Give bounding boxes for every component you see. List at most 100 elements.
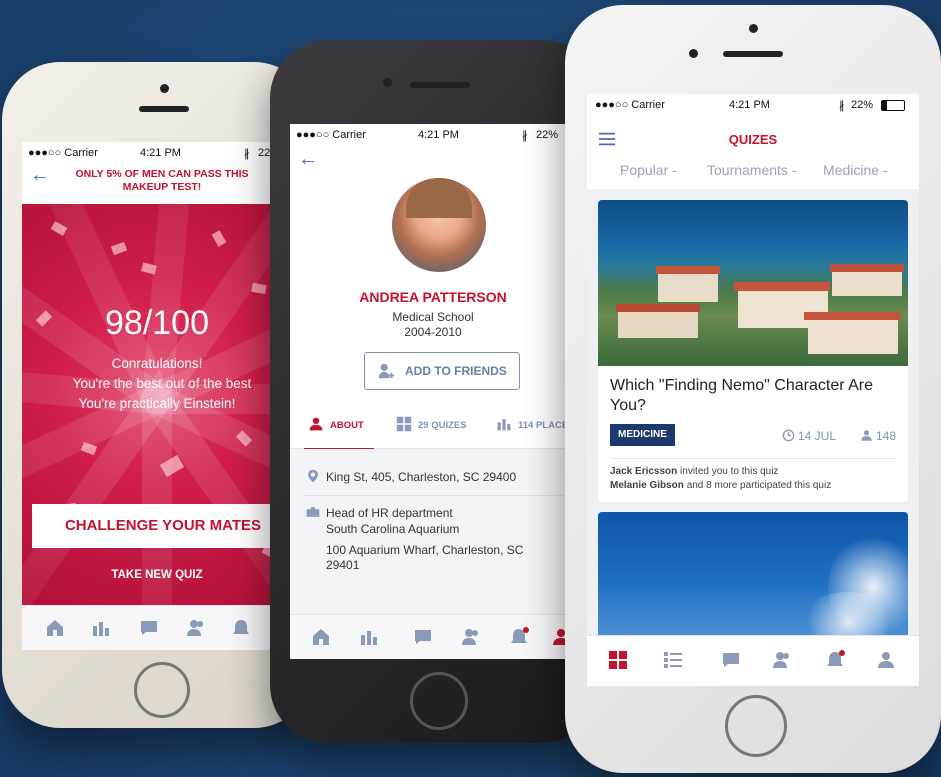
bluetooth-icon: ∦ bbox=[244, 148, 250, 160]
profile-name: ANDREA PATTERSON bbox=[359, 289, 507, 305]
friends-icon[interactable] bbox=[185, 618, 207, 638]
result-panel: 98/100 Conratulations! You're the best o… bbox=[22, 204, 292, 608]
add-to-friends-button[interactable]: ADD TO FRIENDS bbox=[364, 352, 520, 390]
filter-popular[interactable]: Popular - bbox=[620, 162, 677, 178]
filter-tournaments[interactable]: Tournaments - bbox=[707, 162, 796, 178]
time-label: 4:21 PM bbox=[140, 147, 181, 159]
profile-years: 2004-2010 bbox=[404, 325, 462, 339]
quiz-header: ONLY 5% OF MEN CAN PASS THIS MAKEUP TEST… bbox=[75, 168, 249, 193]
invite-line: Jack Ericsson invited you to this quiz bbox=[610, 466, 778, 477]
home-icon[interactable] bbox=[44, 618, 66, 638]
places-icon[interactable] bbox=[358, 627, 380, 647]
job-address: 100 Aquarium Wharf, Charleston, SC 29401 bbox=[326, 543, 524, 572]
places-icon[interactable] bbox=[90, 618, 112, 638]
carrier-label: ●●●○○ Carrier bbox=[595, 99, 665, 111]
quiz-grid-icon bbox=[396, 416, 412, 432]
battery-icon bbox=[881, 100, 905, 111]
tab-quizes[interactable]: 29 QUIZES bbox=[396, 412, 476, 448]
quiz-card-image-sky bbox=[598, 512, 908, 652]
tab-about[interactable]: ABOUT bbox=[304, 412, 374, 450]
back-arrow-icon[interactable]: ← bbox=[298, 148, 318, 171]
tab-bar bbox=[290, 614, 576, 659]
quiz-card[interactable]: Which "Finding Nemo" Character Are You? … bbox=[598, 200, 908, 502]
quiz-grid-icon[interactable] bbox=[607, 650, 629, 670]
page-title: QUIZES bbox=[728, 132, 778, 147]
quiz-header-bar: ●●●○○ Carrier 4:21 PM ∦ 22% QUIZES Popul… bbox=[587, 94, 919, 189]
address-text: King St, 405, Charleston, SC 29400 bbox=[326, 470, 517, 484]
briefcase-icon bbox=[306, 507, 320, 517]
participant-name[interactable]: Melanie Gibson bbox=[610, 480, 684, 491]
tab-quizes-label: 29 QUIZES bbox=[418, 420, 467, 431]
add-user-icon bbox=[378, 363, 395, 379]
carrier-label: ●●●○○ Carrier bbox=[296, 129, 366, 141]
list-icon[interactable] bbox=[662, 650, 684, 670]
score-value: 98/100 bbox=[105, 304, 209, 342]
job-company: South Carolina Aquarium bbox=[326, 522, 460, 536]
front-camera-top bbox=[749, 24, 758, 33]
friends-icon[interactable] bbox=[460, 627, 482, 647]
result-line-3: You're practically Einstein! bbox=[78, 396, 236, 411]
home-button[interactable] bbox=[725, 695, 787, 757]
messages-icon[interactable] bbox=[138, 618, 160, 638]
take-new-quiz-link[interactable]: TAKE NEW QUIZ bbox=[22, 569, 292, 581]
notifications-icon[interactable] bbox=[824, 650, 846, 670]
location-pin-icon bbox=[308, 469, 318, 483]
filter-medicine[interactable]: Medicine - bbox=[823, 162, 888, 178]
friends-icon[interactable] bbox=[771, 650, 793, 670]
quiz-card-title: Which "Finding Nemo" Character Are You? bbox=[610, 377, 874, 414]
job-title: Head of HR department bbox=[326, 506, 453, 520]
speaker bbox=[723, 51, 783, 57]
time-label: 4:21 PM bbox=[418, 129, 459, 141]
battery-label: 22% bbox=[536, 129, 559, 141]
speaker bbox=[410, 82, 470, 88]
screen-profile: ●●●○○ Carrier 4:21 PM ∦ 22% ← ANDREA PAT… bbox=[290, 124, 576, 659]
screen-quizes: ●●●○○ Carrier 4:21 PM ∦ 22% QUIZES Popul… bbox=[587, 94, 919, 686]
screen-result: ●●●○○ Carrier 4:21 PM ∦ 22% ← ONLY 5% OF… bbox=[22, 142, 292, 650]
tab-places[interactable]: 114 PLACES bbox=[496, 412, 576, 448]
home-icon[interactable] bbox=[310, 627, 332, 647]
messages-icon[interactable] bbox=[720, 650, 742, 670]
speaker bbox=[139, 106, 189, 112]
avatar bbox=[392, 178, 486, 272]
quiz-card-second[interactable] bbox=[598, 512, 908, 652]
participation-line: Melanie Gibson and 8 more participated t… bbox=[610, 480, 831, 491]
invite-text: invited you to this quiz bbox=[680, 466, 779, 477]
participant-count: 148 bbox=[876, 429, 897, 443]
carrier-label: ●●●○○ Carrier bbox=[28, 147, 98, 159]
messages-icon[interactable] bbox=[412, 627, 434, 647]
phone-quizes: ●●●○○ Carrier 4:21 PM ∦ 22% QUIZES Popul… bbox=[565, 5, 941, 773]
tab-about-label: ABOUT bbox=[330, 420, 364, 431]
tab-bar bbox=[587, 635, 919, 686]
time-label: 4:21 PM bbox=[729, 99, 770, 111]
battery-label: 22% bbox=[851, 99, 874, 111]
bluetooth-icon: ∦ bbox=[839, 100, 845, 112]
tab-bar bbox=[22, 605, 292, 650]
result-line-1: Conratulations! bbox=[111, 356, 203, 371]
challenge-button[interactable]: CHALLENGE YOUR MATES bbox=[32, 504, 292, 548]
notifications-icon[interactable] bbox=[230, 618, 252, 638]
front-camera bbox=[383, 78, 392, 87]
inviter-name[interactable]: Jack Ericsson bbox=[610, 466, 677, 477]
profile-tabs: ABOUT 29 QUIZES 114 PLACES bbox=[290, 406, 576, 450]
home-button[interactable] bbox=[134, 662, 190, 718]
bluetooth-icon: ∦ bbox=[522, 130, 528, 142]
quiz-date: 14 JUL bbox=[798, 429, 837, 443]
participants-icon bbox=[861, 430, 872, 441]
status-bar: ●●●○○ Carrier 4:21 PM ∦ 22% bbox=[587, 94, 919, 116]
phone-result: ●●●○○ Carrier 4:21 PM ∦ 22% ← ONLY 5% OF… bbox=[2, 62, 312, 728]
user-icon bbox=[309, 417, 323, 431]
profile-school: Medical School bbox=[392, 310, 474, 324]
profile-icon[interactable] bbox=[875, 650, 897, 670]
home-button[interactable] bbox=[410, 672, 468, 730]
front-camera bbox=[160, 84, 169, 93]
participation-text: and 8 more participated this quiz bbox=[686, 480, 832, 491]
clock-icon bbox=[782, 429, 795, 442]
back-arrow-icon[interactable]: ← bbox=[30, 164, 50, 187]
places-icon bbox=[497, 419, 511, 431]
result-line-2: You're the best out of the best bbox=[72, 376, 252, 391]
category-tag[interactable]: MEDICINE bbox=[610, 424, 675, 446]
about-section: King St, 405, Charleston, SC 29400 Head … bbox=[290, 449, 576, 615]
notifications-icon[interactable] bbox=[508, 627, 530, 647]
status-bar: ●●●○○ Carrier 4:21 PM ∦ 22% bbox=[22, 142, 292, 164]
front-camera bbox=[689, 49, 698, 58]
